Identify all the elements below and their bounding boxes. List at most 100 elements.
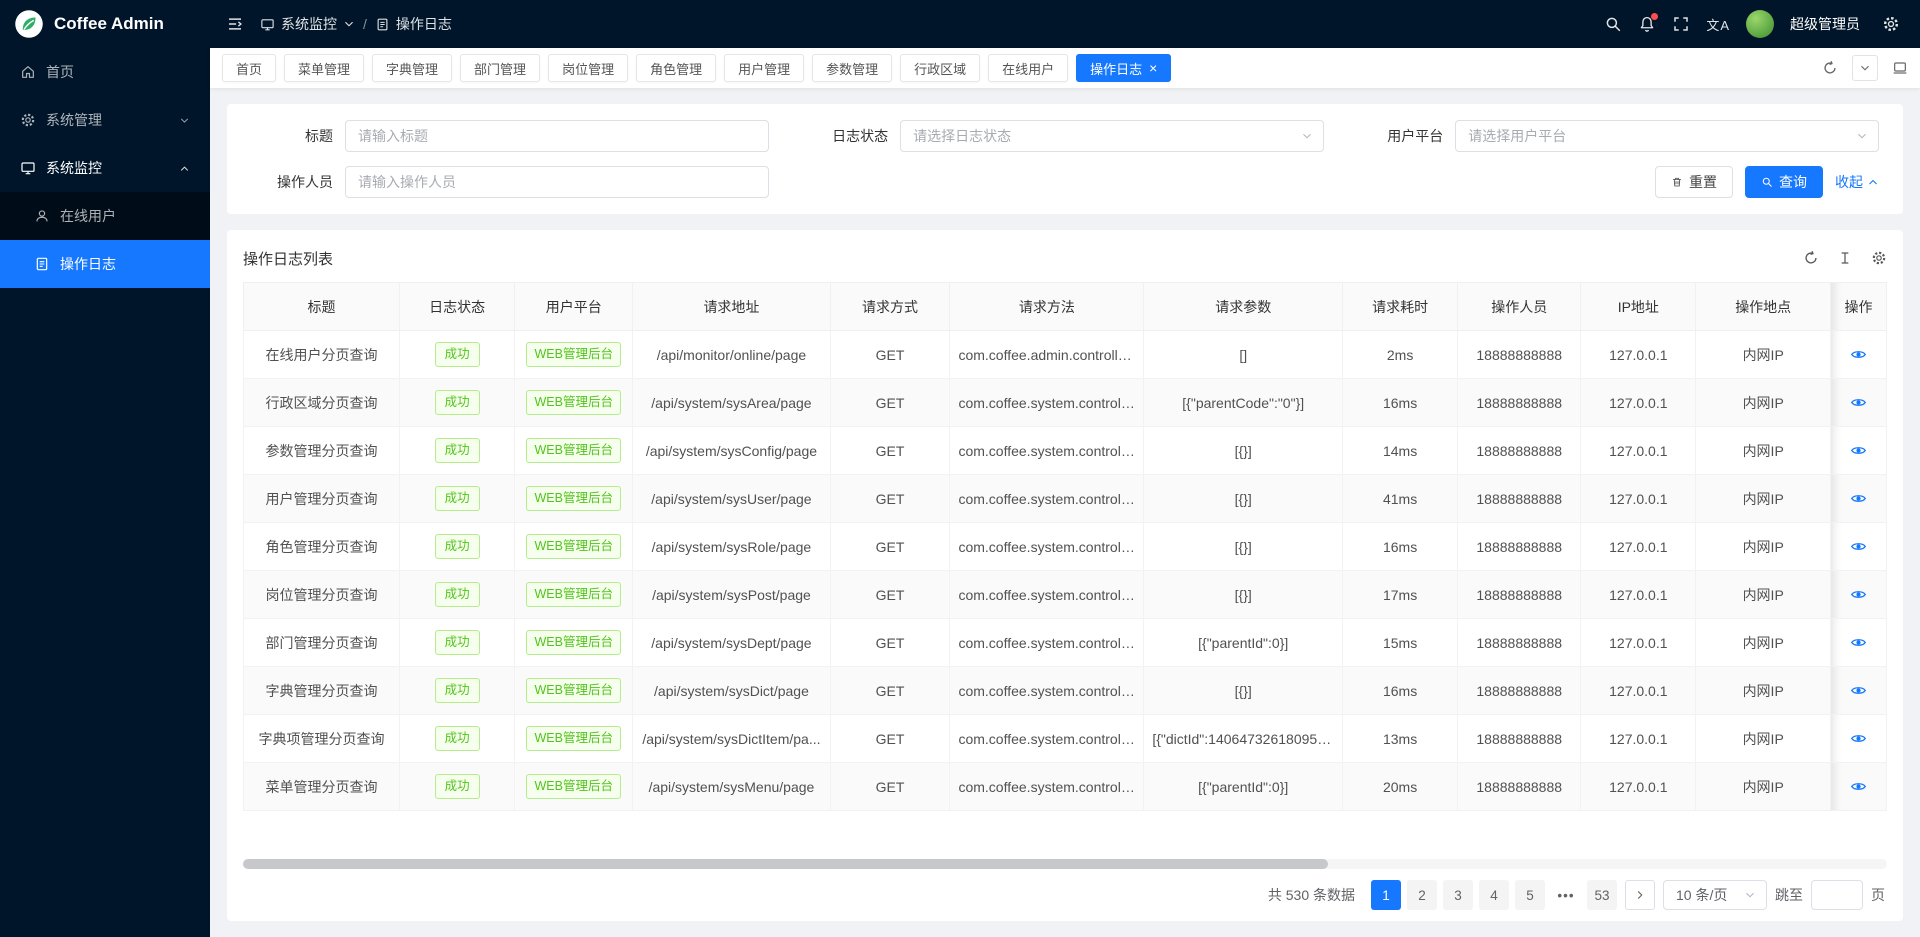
tab-在线用户[interactable]: 在线用户	[988, 54, 1068, 82]
cell-title: 角色管理分页查询	[244, 523, 400, 571]
tab-操作日志[interactable]: 操作日志×	[1076, 54, 1171, 82]
tab-close-icon[interactable]: ×	[1149, 61, 1157, 75]
sidebar-item-online-users[interactable]: 在线用户	[0, 192, 210, 240]
table-row: 在线用户分页查询成功WEB管理后台/api/monitor/online/pag…	[244, 331, 1887, 379]
sidebar-item-system-management[interactable]: 系统管理	[0, 96, 210, 144]
view-detail-eye-icon[interactable]	[1850, 394, 1867, 411]
sidebar-item-operation-log[interactable]: 操作日志	[0, 240, 210, 288]
cell-params: [{"parentCode":"0"}]	[1144, 379, 1343, 427]
cell-actions	[1831, 619, 1887, 667]
view-detail-eye-icon[interactable]	[1850, 634, 1867, 651]
search-button[interactable]: 查询	[1745, 166, 1823, 198]
cell-actions	[1831, 715, 1887, 763]
horizontal-scrollbar-thumb[interactable]	[243, 859, 1328, 869]
tab-角色管理[interactable]: 角色管理	[636, 54, 716, 82]
chevron-down-icon	[179, 115, 190, 126]
view-detail-eye-icon[interactable]	[1850, 442, 1867, 459]
table-row: 字典管理分页查询成功WEB管理后台/api/system/sysDict/pag…	[244, 667, 1887, 715]
next-page-button[interactable]	[1625, 880, 1655, 910]
cell-platform: WEB管理后台	[515, 331, 633, 379]
tab-岗位管理[interactable]: 岗位管理	[548, 54, 628, 82]
tab-部门管理[interactable]: 部门管理	[460, 54, 540, 82]
page-button-5[interactable]: 5	[1515, 880, 1545, 910]
breadcrumb-parent[interactable]: 系统监控	[260, 14, 355, 34]
tab-用户管理[interactable]: 用户管理	[724, 54, 804, 82]
tab-参数管理[interactable]: 参数管理	[812, 54, 892, 82]
fullscreen-icon[interactable]	[1672, 15, 1690, 33]
log-status-select[interactable]: 请选择日志状态	[900, 120, 1324, 152]
tab-行政区域[interactable]: 行政区域	[900, 54, 980, 82]
search-icon[interactable]	[1604, 15, 1622, 33]
chevron-up-icon	[1867, 176, 1879, 188]
username[interactable]: 超级管理员	[1790, 14, 1860, 34]
content-fullscreen-icon[interactable]	[1892, 60, 1908, 76]
notifications-button[interactable]	[1638, 15, 1656, 33]
translate-icon[interactable]: 文A	[1706, 15, 1730, 34]
jump-page-input[interactable]	[1811, 880, 1863, 910]
tab-首页[interactable]: 首页	[222, 54, 276, 82]
cell-location: 内网IP	[1696, 619, 1831, 667]
sidebar-item-home[interactable]: 首页	[0, 48, 210, 96]
settings-gear-icon[interactable]	[1882, 15, 1900, 33]
page-button-3[interactable]: 3	[1443, 880, 1473, 910]
page-button-1[interactable]: 1	[1371, 880, 1401, 910]
column-settings-gear-icon[interactable]	[1871, 250, 1887, 266]
view-detail-eye-icon[interactable]	[1850, 538, 1867, 555]
trash-icon	[1671, 176, 1683, 188]
cell-url: /api/system/sysDict/page	[633, 667, 830, 715]
collapse-filters-link[interactable]: 收起	[1835, 172, 1879, 192]
cell-function: com.coffee.system.controlle...	[950, 763, 1144, 811]
view-detail-eye-icon[interactable]	[1850, 730, 1867, 747]
chevron-down-icon	[1859, 62, 1871, 74]
reset-button[interactable]: 重置	[1655, 166, 1733, 198]
view-detail-eye-icon[interactable]	[1850, 490, 1867, 507]
page-button-2[interactable]: 2	[1407, 880, 1437, 910]
view-detail-eye-icon[interactable]	[1850, 778, 1867, 795]
notification-badge	[1651, 13, 1658, 20]
column-header: IP地址	[1581, 283, 1696, 331]
refresh-list-icon[interactable]	[1803, 250, 1819, 266]
filter-status-label: 日志状态	[806, 126, 888, 146]
cell-duration: 41ms	[1343, 475, 1458, 523]
density-icon[interactable]	[1837, 250, 1853, 266]
cell-platform: WEB管理后台	[515, 475, 633, 523]
cell-actions	[1831, 667, 1887, 715]
tab-label: 参数管理	[826, 59, 878, 78]
user-platform-select[interactable]: 请选择用户平台	[1455, 120, 1879, 152]
page-button-53[interactable]: 53	[1587, 880, 1617, 910]
cell-title: 在线用户分页查询	[244, 331, 400, 379]
page-size-value: 10 条/页	[1676, 885, 1727, 905]
cell-function: com.coffee.system.controlle...	[950, 427, 1144, 475]
view-detail-eye-icon[interactable]	[1850, 682, 1867, 699]
page-size-select[interactable]: 10 条/页	[1663, 880, 1767, 910]
platform-tag: WEB管理后台	[526, 342, 620, 367]
cell-params: [{}]	[1144, 427, 1343, 475]
tab-菜单管理[interactable]: 菜单管理	[284, 54, 364, 82]
tab-字典管理[interactable]: 字典管理	[372, 54, 452, 82]
tab-label: 首页	[236, 59, 262, 78]
refresh-page-icon[interactable]	[1822, 60, 1838, 76]
page-button-4[interactable]: 4	[1479, 880, 1509, 910]
operator-input[interactable]	[345, 166, 769, 198]
status-tag: 成功	[435, 726, 480, 751]
title-input[interactable]	[345, 120, 769, 152]
main-area: 系统监控 / 操作日志 文A 超级管理员 首页菜单	[210, 0, 1920, 937]
cell-method: GET	[830, 523, 950, 571]
view-detail-eye-icon[interactable]	[1850, 346, 1867, 363]
column-header: 请求参数	[1144, 283, 1343, 331]
table-row: 用户管理分页查询成功WEB管理后台/api/system/sysUser/pag…	[244, 475, 1887, 523]
chevron-down-icon	[1301, 130, 1313, 142]
cell-function: com.coffee.admin.controller...	[950, 331, 1144, 379]
tab-actions-dropdown[interactable]	[1852, 55, 1878, 81]
table-row: 字典项管理分页查询成功WEB管理后台/api/system/sysDictIte…	[244, 715, 1887, 763]
sidebar-item-system-monitor[interactable]: 系统监控	[0, 144, 210, 192]
page-ellipsis[interactable]: •••	[1551, 880, 1581, 910]
platform-tag: WEB管理后台	[526, 390, 620, 415]
view-detail-eye-icon[interactable]	[1850, 586, 1867, 603]
collapse-sidebar-icon[interactable]	[226, 15, 244, 33]
cell-ip: 127.0.0.1	[1581, 523, 1696, 571]
avatar[interactable]	[1746, 10, 1774, 38]
cell-status: 成功	[400, 619, 515, 667]
cell-duration: 17ms	[1343, 571, 1458, 619]
cell-method: GET	[830, 571, 950, 619]
